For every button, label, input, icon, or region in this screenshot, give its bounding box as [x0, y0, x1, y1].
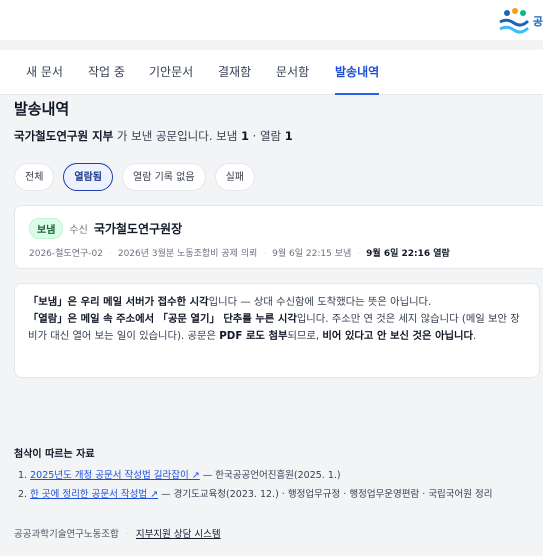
top-header: 공: [0, 0, 543, 40]
subtitle-text: 가 보낸 공문입니다. 보냄: [113, 129, 241, 143]
note-pdf-emphasis: PDF 로도 첨부: [219, 330, 288, 342]
note-paragraph-read: 「열람」은 메일 속 주소에서 「공문 열기」 단추를 누른 시각입니다. 주소…: [28, 311, 526, 345]
card-meta: 2026-철도연구-02 · 2026년 3월분 노동조합비 공제 의뢰 · 9월 6일…: [29, 246, 450, 259]
note-sent-emphasis: 「보냄」은 우리 메일 서버가 접수한 시각: [28, 296, 209, 308]
reference-number: 1.: [18, 470, 28, 481]
tab-document-box[interactable]: 문서함: [276, 50, 309, 94]
note-read-text-2: 되므로,: [287, 330, 323, 342]
note-paragraph-sent: 「보냄」은 우리 메일 서버가 접수한 시각입니다 — 상대 수신함에 도착했다…: [28, 294, 526, 311]
note-empty-emphasis: 비어 있다고 안 보신 것은 아닙니다: [322, 330, 473, 342]
tab-new-document[interactable]: 새 문서: [26, 50, 63, 94]
meta-separator: ·: [108, 249, 112, 259]
meta-separator: ·: [263, 249, 267, 259]
filter-all[interactable]: 전체: [14, 163, 55, 191]
footer-separator: ·: [125, 529, 129, 540]
references-title: 첨삭이 따르는 자료: [14, 449, 95, 460]
sender-name: 국가철도연구원 지부: [14, 129, 114, 143]
filter-read[interactable]: 열람됨: [63, 163, 114, 191]
logo-text: 공: [532, 15, 543, 28]
note-read-end: .: [472, 330, 477, 342]
recipient-name: 국가철도연구원장: [93, 222, 183, 236]
filter-unread[interactable]: 열람 기록 없음: [122, 163, 206, 191]
union-logo-icon: [499, 8, 529, 34]
tab-bar: 새 문서 작업 중 기안문서 결재함 문서함 발송내역: [0, 50, 543, 95]
page-title: 발송내역: [14, 100, 70, 118]
tab-approval-box[interactable]: 결재함: [218, 50, 251, 94]
note-read-emphasis: 「열람」은 메일 속 주소에서 「공문 열기」 단추를 누른 시각: [28, 313, 297, 325]
filter-chips: 전체 열람됨 열람 기록 없음 실패: [14, 163, 255, 191]
page-subtitle: 국가철도연구원 지부 가 보낸 공문입니다. 보냄 1 · 열람 1: [14, 128, 293, 144]
sent-item-card[interactable]: 보냄 수신 국가철도연구원장 2026-철도연구-02 · 2026년 3월분 노동…: [14, 205, 543, 269]
reference-source: — 한국공공언어진흥원(2025. 1.): [199, 470, 341, 481]
reference-link[interactable]: 한 곳에 정리한 공문서 작성법 ↗: [30, 489, 158, 500]
reference-link[interactable]: 2025년도 개정 공문서 작성법 길라잡이 ↗: [30, 470, 200, 481]
card-header: 보냄 수신 국가철도연구원장: [29, 218, 182, 239]
footer-support-link[interactable]: 지부지원 상담 시스템: [136, 529, 221, 540]
tab-sent-history[interactable]: 발송내역: [335, 50, 380, 95]
reference-item: 1. 2025년도 개정 공문서 작성법 길라잡이 ↗ — 한국공공언어진흥원(…: [18, 466, 493, 485]
reference-item: 2. 한 곳에 정리한 공문서 작성법 ↗ — 경기도교육청(2023. 12.…: [18, 485, 493, 504]
document-title: 2026년 3월분 노동조합비 공제 의뢰: [117, 249, 258, 259]
reference-number: 2.: [18, 489, 28, 500]
note-sent-text: 입니다 — 상대 수신함에 도착했다는 뜻은 아닙니다.: [208, 296, 432, 308]
read-time: 9월 6일 22:16 열람: [366, 249, 450, 259]
status-badge: 보냄: [29, 218, 64, 239]
document-number: 2026-철도연구-02: [29, 249, 103, 259]
info-note: 「보냄」은 우리 메일 서버가 접수한 시각입니다 — 상대 수신함에 도착했다…: [14, 283, 540, 378]
read-count: 1: [284, 129, 293, 143]
tab-in-progress[interactable]: 작업 중: [88, 50, 125, 94]
references-list: 1. 2025년도 개정 공문서 작성법 길라잡이 ↗ — 한국공공언어진흥원(…: [18, 466, 493, 504]
meta-separator: ·: [357, 249, 361, 259]
subtitle-separator: · 열람: [248, 129, 285, 143]
footer: 공공과학기술연구노동조합 · 지부지원 상담 시스템: [14, 526, 221, 540]
tab-drafts[interactable]: 기안문서: [149, 50, 193, 94]
union-logo[interactable]: 공: [497, 4, 543, 38]
sent-count: 1: [240, 129, 249, 143]
reference-source: — 경기도교육청(2023. 12.) · 행정업무규정 · 행정업무운영편람 …: [158, 489, 493, 500]
filter-failed[interactable]: 실패: [214, 163, 255, 191]
footer-org: 공공과학기술연구노동조합: [14, 529, 119, 540]
recipient-label: 수신: [69, 225, 88, 236]
sent-time: 9월 6일 22:15 보냄: [272, 249, 352, 259]
